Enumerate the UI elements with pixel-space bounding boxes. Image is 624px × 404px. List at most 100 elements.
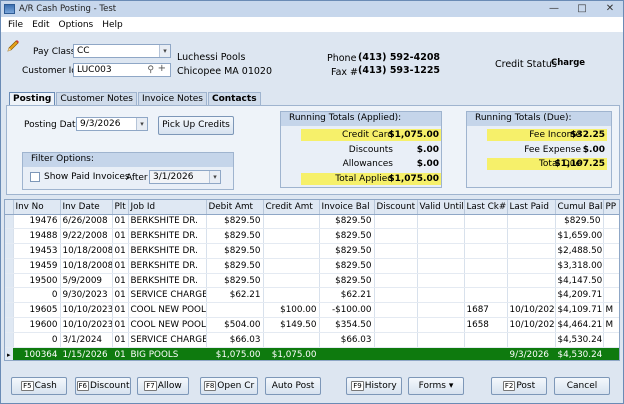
column-header-inv-no[interactable]: Inv No [13,200,61,215]
customer-id-field[interactable]: LUC003 ⚲ + [73,63,171,77]
cell-last-ck [464,287,508,304]
cell-plt: 01 [112,214,129,230]
chevron-down-icon[interactable]: ▾ [446,381,454,391]
cell-valid-until [417,273,465,289]
total-value: $.00 [416,159,439,170]
cell-last-ck [464,332,508,348]
maximize-icon[interactable]: □ [569,1,595,17]
table-row[interactable]: 19500 5/9/2009 01 BERKSHITE DR. $829.50 $829.… [5,273,619,289]
cell-job-id: BERKSHITE DR. [128,214,207,230]
cell-inv-date: 10/18/2008 [60,258,113,274]
after-date-field[interactable]: 3/1/2026 ▾ [149,170,221,184]
fax-value: (413) 593-1225 [358,65,441,76]
table-row[interactable]: 19459 10/18/2008 01 BERKSHITE DR. $829.50 $82… [5,258,619,274]
chevron-down-icon[interactable]: ▾ [136,118,147,130]
row-indicator[interactable]: ▸ [5,347,14,360]
button-label: Allow [157,381,182,391]
row-indicator[interactable] [5,302,14,319]
chevron-down-icon[interactable]: ▾ [209,171,220,183]
allow-button[interactable]: F7 Allow [137,377,189,395]
table-row[interactable]: 19605 10/10/2023 01 COOL NEW POOL $100.00 -$1… [5,302,619,319]
menu-options[interactable]: Options [59,20,94,30]
row-indicator[interactable] [5,273,14,289]
cancel-button[interactable]: Cancel [554,377,610,395]
function-key-badge: F8 [203,381,217,391]
cell-last-paid [507,332,556,348]
tab-customer-notes[interactable]: Customer Notes [56,92,137,106]
column-header-debit-amt[interactable]: Debit Amt [206,200,264,215]
post-button[interactable]: F2 Post [491,377,547,395]
table-row[interactable]: 0 9/30/2023 01 SERVICE CHARGE $62.21 $62.21 $4… [5,287,619,304]
button-label: Discount [89,381,130,391]
row-indicator[interactable] [5,243,14,259]
column-header-last-paid[interactable]: Last Paid [507,200,556,215]
column-header-inv-date[interactable]: Inv Date [60,200,113,215]
pay-class-field[interactable]: CC ▾ [73,44,171,58]
cell-last-paid [507,243,556,259]
menu-edit[interactable]: Edit [32,20,49,30]
show-paid-checkbox[interactable] [30,172,40,182]
cell-credit-amt: $149.50 [263,317,320,333]
cell-invoice-bal: $829.50 [319,214,375,230]
cell-pp [603,287,619,304]
cell-pp [603,273,619,289]
column-header-plt[interactable]: Plt [112,200,129,215]
auto-post-button[interactable]: Auto Post [265,377,321,395]
column-header-discount[interactable]: Discount [374,200,418,215]
column-header-job-id[interactable]: Job Id [128,200,207,215]
cell-inv-date: 1/15/2026 [60,347,113,360]
cell-invoice-bal: $829.50 [319,243,375,259]
menu-file[interactable]: File [8,20,23,30]
tab-posting[interactable]: Posting [9,92,56,106]
total-row-fee-expense: Fee Expense $.00 [487,144,607,156]
table-row[interactable]: ▸ 100364 1/15/2026 01 BIG POOLS $1,075.00 $1,0… [5,347,619,360]
cell-last-paid: 9/3/2026 [507,347,556,360]
forms-button[interactable]: Forms ▾ [408,377,464,395]
cell-valid-until [417,317,465,333]
cell-inv-date: 10/18/2008 [60,243,113,259]
tab-invoice-notes[interactable]: Invoice Notes [137,92,207,106]
window-title: A/R Cash Posting - Test [19,4,117,14]
column-header-invoice-bal[interactable]: Invoice Bal [319,200,375,215]
row-indicator[interactable] [5,258,14,274]
column-header-pp[interactable]: PP [603,200,619,215]
button-label: Cancel [566,381,598,391]
close-icon[interactable]: ✕ [597,1,623,17]
table-row[interactable]: 19600 10/10/2023 01 COOL NEW POOL $504.00 $14… [5,317,619,333]
column-header-credit-amt[interactable]: Credit Amt [263,200,320,215]
row-indicator[interactable] [5,287,14,304]
column-header-cumul-bal[interactable]: Cumul Bal [555,200,604,215]
cell-pp [603,228,619,245]
cash-button[interactable]: F5 Cash [11,377,67,395]
table-row[interactable]: 19476 6/26/2008 01 BERKSHITE DR. $829.50 $829… [5,214,619,230]
cell-debit-amt: $504.00 [206,317,264,333]
column-header-last-ck[interactable]: Last Ck# [464,200,508,215]
cell-inv-date: 9/22/2008 [60,228,113,245]
row-indicator[interactable] [5,332,14,348]
total-row-discounts: Discounts $.00 [301,144,441,156]
cell-last-ck: 1687 [464,302,508,319]
row-indicator[interactable] [5,228,14,245]
posting-date-field[interactable]: 9/3/2026 ▾ [76,117,148,131]
search-icon[interactable]: ⚲ [147,64,154,76]
minimize-icon[interactable]: — [541,1,567,17]
cell-job-id: SERVICE CHARGE [128,287,207,304]
pick-up-credits-button[interactable]: Pick Up Credits [158,116,234,135]
row-indicator[interactable] [5,214,14,230]
chevron-down-icon[interactable]: ▾ [159,45,170,57]
row-indicator[interactable] [5,317,14,333]
cell-discount [374,332,418,348]
history-button[interactable]: F9 History [346,377,402,395]
open-cr-button[interactable]: F8 Open Cr [200,377,258,395]
tab-contacts[interactable]: Contacts [207,92,261,106]
table-row[interactable]: 19488 9/22/2008 01 BERKSHITE DR. $829.50 $829… [5,228,619,245]
cash-posting-window: A/R Cash Posting - Test — □ ✕ File Edit … [0,0,624,404]
plus-icon[interactable]: + [158,63,166,75]
table-row[interactable]: 19453 10/18/2008 01 BERKSHITE DR. $829.50 $82… [5,243,619,259]
table-row[interactable]: 0 3/1/2024 01 SERVICE CHARGE $66.03 $66.03 $4,… [5,332,619,348]
cell-plt: 01 [112,228,129,245]
cell-pp [603,258,619,274]
menu-help[interactable]: Help [102,20,123,30]
column-header-valid-until[interactable]: Valid Until [417,200,465,215]
discount-button[interactable]: F6 Discount [75,377,131,395]
